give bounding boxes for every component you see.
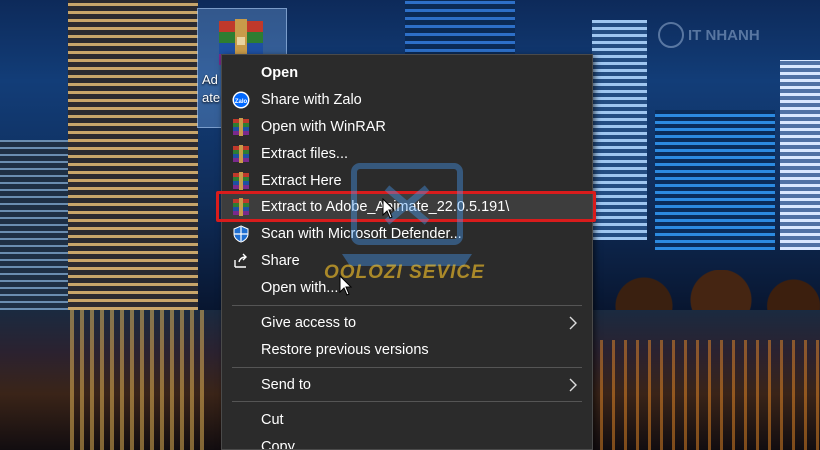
menu-item-label: Copy [261, 439, 295, 450]
menu-item-extract-to-folder[interactable]: Extract to Adobe_Animate_22.0.5.191\ [222, 194, 592, 220]
menu-item-copy[interactable]: Copy [222, 434, 592, 450]
file-label-line: Ad [202, 72, 218, 87]
menu-item-label: Give access to [261, 315, 357, 331]
menu-item-cut[interactable]: Cut [222, 407, 592, 433]
context-menu: Open Zalo Share with Zalo Open with WinR… [221, 54, 593, 450]
winrar-icon [233, 172, 249, 190]
menu-item-label: Send to [261, 377, 311, 393]
menu-item-share[interactable]: Share [222, 248, 592, 274]
watermark-logo: IT NHANH [658, 22, 760, 48]
menu-item-send-to[interactable]: Send to [222, 372, 592, 398]
menu-item-open-with[interactable]: Open with... [222, 275, 592, 301]
menu-item-label: Share with Zalo [261, 92, 362, 108]
chevron-right-icon [569, 316, 577, 330]
menu-item-label: Restore previous versions [261, 342, 429, 358]
menu-item-label: Open with WinRAR [261, 119, 386, 135]
winrar-icon [233, 145, 249, 163]
menu-separator [232, 305, 582, 306]
menu-item-open-with-winrar[interactable]: Open with WinRAR [222, 114, 592, 140]
desktop-file-label: Ad ate [202, 71, 220, 107]
building-landmark-tower [68, 0, 198, 310]
menu-item-open[interactable]: Open [222, 60, 592, 86]
menu-item-share-with-zalo[interactable]: Zalo Share with Zalo [222, 87, 592, 113]
menu-item-restore-previous-versions[interactable]: Restore previous versions [222, 337, 592, 363]
menu-item-scan-with-defender[interactable]: Scan with Microsoft Defender... [222, 221, 592, 247]
menu-item-label: Extract Here [261, 173, 342, 189]
menu-item-label: Open with... [261, 280, 339, 296]
watermark-brand: IT NHANH [688, 26, 760, 44]
menu-item-label: Cut [261, 412, 284, 428]
mouse-cursor-icon [382, 198, 396, 219]
building [655, 110, 775, 250]
building [0, 140, 70, 310]
menu-item-label: Extract files... [261, 146, 349, 162]
building [592, 20, 647, 240]
logo-mark-icon [658, 22, 684, 48]
menu-item-give-access-to[interactable]: Give access to [222, 310, 592, 336]
menu-item-label: Share [261, 253, 300, 269]
svg-text:Zalo: Zalo [235, 99, 248, 105]
winrar-icon [233, 198, 249, 216]
menu-item-extract-files[interactable]: Extract files... [222, 141, 592, 167]
building [780, 60, 820, 250]
menu-separator [232, 401, 582, 402]
zalo-icon: Zalo [232, 91, 250, 109]
menu-item-extract-here[interactable]: Extract Here [222, 168, 592, 194]
light-reflection [70, 310, 210, 450]
menu-separator [232, 367, 582, 368]
menu-item-label: Open [261, 65, 299, 81]
share-icon [234, 253, 247, 268]
file-label-line: ate [202, 90, 221, 105]
winrar-icon [233, 118, 249, 136]
mouse-cursor-icon [339, 275, 353, 296]
chevron-right-icon [569, 378, 577, 392]
light-reflection [600, 340, 820, 450]
defender-shield-icon [233, 225, 249, 243]
menu-item-label: Scan with Microsoft Defender... [261, 226, 462, 242]
